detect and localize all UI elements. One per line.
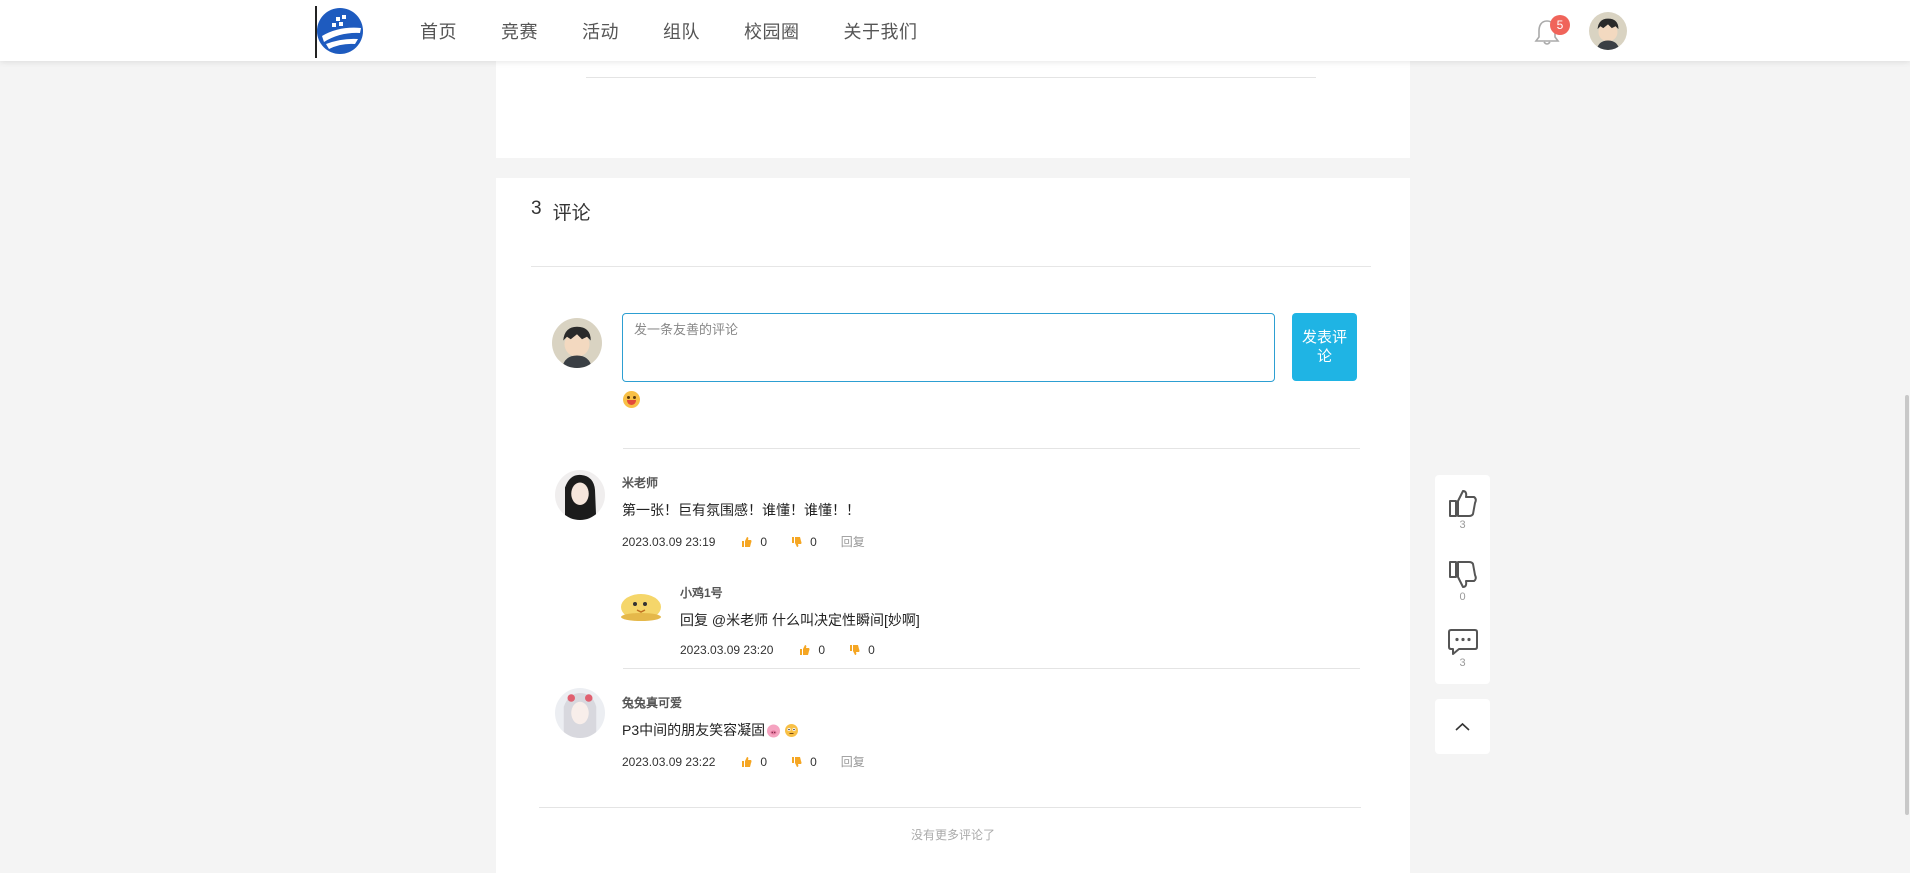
comment-text: P3中间的朋友笑容凝固 [622,722,766,738]
thumbs-up-icon [742,536,752,547]
divider [623,448,1360,449]
dislike-count: 0 [868,643,875,657]
article-actions-panel: 3 0 3 [1435,475,1490,684]
comment-time: 2023.03.09 23:20 [680,643,774,657]
back-to-top-button[interactable] [1435,699,1490,754]
thumbs-down-icon [792,756,802,767]
divider [623,668,1360,669]
page-scrollbar[interactable] [1905,395,1909,815]
article-comment-count: 3 [1459,657,1466,669]
reply-button[interactable]: 回复 [841,753,865,770]
pig-emoji-icon [767,724,781,737]
user-avatar[interactable] [1589,12,1627,50]
notification-badge: 5 [1550,15,1570,35]
comment-username[interactable]: 小鸡1号 [680,584,723,601]
emoji-icon[interactable] [623,391,640,408]
divider [531,266,1371,267]
my-avatar [552,318,602,368]
submit-comment-button[interactable]: 发表评论 [1292,313,1357,381]
like-count: 0 [760,534,768,549]
main-nav: 首页 竞赛 活动 组队 校园圈 关于我们 [420,18,962,44]
no-more-comments: 没有更多评论了 [910,828,995,842]
comment-meta: 2023.03.09 23:20 0 0 [680,643,899,657]
comment-count-label: 评论 [552,203,591,224]
comment-time: 2023.03.09 23:22 [622,754,716,769]
article-card-end [496,61,1410,158]
chevron-up-icon [1455,722,1470,731]
thumbs-down-icon [792,536,802,547]
comment-count-number: 3 [531,198,542,219]
comment-username[interactable]: 米老师 [622,474,658,491]
nav-team[interactable]: 组队 [663,18,700,44]
dislike-button[interactable]: 0 [791,535,817,549]
dislike-button[interactable]: 0 [849,643,875,657]
divider [539,807,1361,808]
comment-time: 2023.03.09 23:19 [622,534,716,549]
comment-username[interactable]: 兔兔真可爱 [622,694,682,711]
like-count: 0 [818,643,826,657]
nav-home[interactable]: 首页 [420,18,457,44]
comment-meta: 2023.03.09 23:19 0 0 回复 [622,533,865,550]
like-button[interactable]: 0 [741,755,767,769]
thumbs-up-icon [1448,490,1477,517]
comment-count-heading: 3 评论 [531,198,591,225]
article-comment-button[interactable]: 3 [1435,627,1490,669]
dislike-count: 0 [810,534,817,549]
commenter-avatar[interactable] [555,688,605,738]
article-like-count: 3 [1459,519,1466,531]
thumbs-down-icon [850,645,860,655]
comment-text: 回复 @米老师 什么叫决定性瞬间[妙啊] [680,612,920,628]
comment-meta: 2023.03.09 23:22 0 0 回复 [622,753,865,770]
comment-input[interactable] [622,313,1275,382]
commenter-avatar[interactable] [618,580,663,625]
thumbs-up-icon [742,756,752,767]
flushed-emoji-icon [785,723,799,737]
like-button[interactable]: 0 [799,643,825,657]
article-like-button[interactable]: 3 [1435,487,1490,531]
article-dislike-count: 0 [1459,591,1466,603]
article-dislike-button[interactable]: 0 [1435,559,1490,603]
nav-activity[interactable]: 活动 [582,18,619,44]
commenter-avatar[interactable] [555,470,605,520]
thumbs-up-icon [800,645,810,655]
nav-campus[interactable]: 校园圈 [744,18,800,44]
dislike-button[interactable]: 0 [791,755,817,769]
site-logo-icon[interactable] [314,6,364,56]
comment-text-row: P3中间的朋友笑容凝固 [622,720,799,740]
dislike-count: 0 [810,754,817,769]
nav-about[interactable]: 关于我们 [844,18,918,44]
top-navbar: 首页 竞赛 活动 组队 校园圈 关于我们 5 [0,0,1910,61]
thumbs-down-icon [1448,561,1477,588]
divider [586,77,1316,78]
nav-competition[interactable]: 竞赛 [501,18,538,44]
reply-button[interactable]: 回复 [841,533,865,550]
like-count: 0 [760,754,768,769]
like-button[interactable]: 0 [741,535,767,549]
comments-card: 3 评论 发表评论 米老师 第一张！巨有氛围感！谁懂！谁懂！！ 2023.03.… [496,178,1410,873]
comment-icon [1447,629,1478,655]
comment-text: 第一张！巨有氛围感！谁懂！谁懂！！ [622,502,860,518]
